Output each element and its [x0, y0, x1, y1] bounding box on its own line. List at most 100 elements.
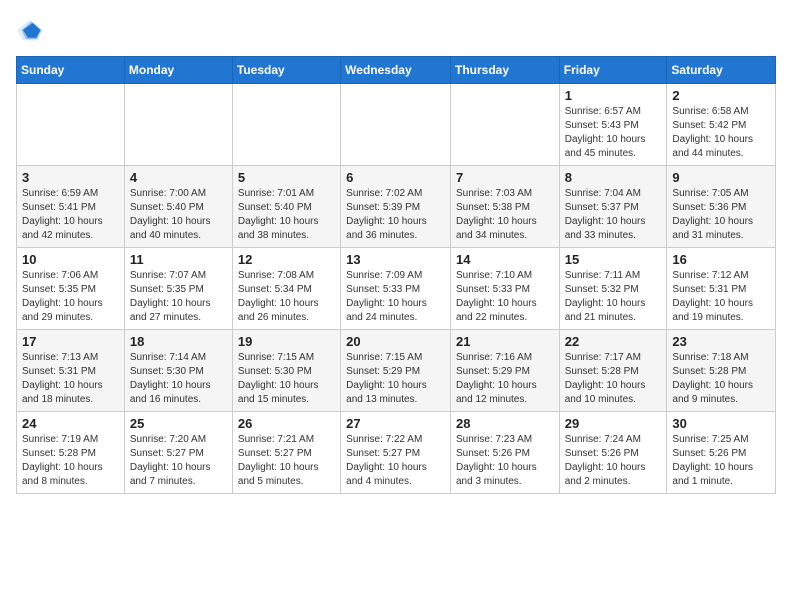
day-number: 12 — [238, 252, 335, 267]
day-number: 5 — [238, 170, 335, 185]
day-cell: 19 Sunrise: 7:15 AM Sunset: 5:30 PM Dayli… — [232, 330, 340, 412]
day-cell: 12 Sunrise: 7:08 AM Sunset: 5:34 PM Dayli… — [232, 248, 340, 330]
day-info: Sunrise: 7:10 AM Sunset: 5:33 PM Dayligh… — [456, 269, 554, 325]
day-number: 18 — [130, 334, 227, 349]
header-thursday: Thursday — [450, 57, 559, 84]
logo-icon — [16, 16, 44, 44]
day-info: Sunrise: 7:08 AM Sunset: 5:34 PM Dayligh… — [238, 269, 335, 325]
day-info: Sunrise: 7:05 AM Sunset: 5:36 PM Dayligh… — [672, 187, 770, 243]
day-cell: 7Sunrise: 7:03 AM Sunset: 5:38 PM Daylig… — [450, 166, 559, 248]
day-number: 2 — [672, 88, 770, 103]
day-info: Sunrise: 7:09 AM Sunset: 5:33 PM Dayligh… — [346, 269, 445, 325]
week-row-5: 24 Sunrise: 7:19 AM Sunset: 5:28 PM Dayli… — [17, 412, 776, 494]
day-number: 4 — [130, 170, 227, 185]
day-cell: 21Sunrise: 7:16 AM Sunset: 5:29 PM Dayli… — [450, 330, 559, 412]
day-info: Sunrise: 7:19 AM Sunset: 5:28 PM Dayligh… — [22, 433, 119, 489]
day-number: 9 — [672, 170, 770, 185]
page-header — [16, 16, 776, 44]
day-number: 25 — [130, 416, 227, 431]
day-cell: 20 Sunrise: 7:15 AM Sunset: 5:29 PM Dayli… — [341, 330, 451, 412]
day-cell: 4 Sunrise: 7:00 AM Sunset: 5:40 PM Daylig… — [124, 166, 232, 248]
day-number: 21 — [456, 334, 554, 349]
week-row-3: 10 Sunrise: 7:06 AM Sunset: 5:35 PM Dayli… — [17, 248, 776, 330]
day-cell: 9 Sunrise: 7:05 AM Sunset: 5:36 PM Daylig… — [667, 166, 776, 248]
day-cell: 1Sunrise: 6:57 AM Sunset: 5:43 PM Daylig… — [559, 84, 667, 166]
day-number: 26 — [238, 416, 335, 431]
day-cell — [124, 84, 232, 166]
day-number: 28 — [456, 416, 554, 431]
day-info: Sunrise: 6:59 AM Sunset: 5:41 PM Dayligh… — [22, 187, 119, 243]
day-number: 3 — [22, 170, 119, 185]
day-cell — [450, 84, 559, 166]
day-cell: 27 Sunrise: 7:22 AM Sunset: 5:27 PM Dayli… — [341, 412, 451, 494]
day-number: 29 — [565, 416, 662, 431]
day-cell — [232, 84, 340, 166]
day-info: Sunrise: 7:24 AM Sunset: 5:26 PM Dayligh… — [565, 433, 662, 489]
day-number: 13 — [346, 252, 445, 267]
day-number: 15 — [565, 252, 662, 267]
day-number: 20 — [346, 334, 445, 349]
calendar-table: SundayMondayTuesdayWednesdayThursdayFrid… — [16, 56, 776, 494]
day-cell: 16Sunrise: 7:12 AM Sunset: 5:31 PM Dayli… — [667, 248, 776, 330]
day-number: 23 — [672, 334, 770, 349]
day-cell: 6Sunrise: 7:02 AM Sunset: 5:39 PM Daylig… — [341, 166, 451, 248]
day-number: 10 — [22, 252, 119, 267]
week-row-2: 3 Sunrise: 6:59 AM Sunset: 5:41 PM Daylig… — [17, 166, 776, 248]
day-info: Sunrise: 6:57 AM Sunset: 5:43 PM Dayligh… — [565, 105, 662, 161]
day-number: 22 — [565, 334, 662, 349]
day-info: Sunrise: 7:06 AM Sunset: 5:35 PM Dayligh… — [22, 269, 119, 325]
week-row-4: 17 Sunrise: 7:13 AM Sunset: 5:31 PM Dayli… — [17, 330, 776, 412]
day-cell: 22 Sunrise: 7:17 AM Sunset: 5:28 PM Dayli… — [559, 330, 667, 412]
day-info: Sunrise: 7:03 AM Sunset: 5:38 PM Dayligh… — [456, 187, 554, 243]
day-number: 11 — [130, 252, 227, 267]
day-cell: 11 Sunrise: 7:07 AM Sunset: 5:35 PM Dayli… — [124, 248, 232, 330]
header-friday: Friday — [559, 57, 667, 84]
day-number: 27 — [346, 416, 445, 431]
day-number: 24 — [22, 416, 119, 431]
logo — [16, 16, 48, 44]
day-info: Sunrise: 7:15 AM Sunset: 5:29 PM Dayligh… — [346, 351, 445, 407]
day-info: Sunrise: 7:14 AM Sunset: 5:30 PM Dayligh… — [130, 351, 227, 407]
day-cell: 10 Sunrise: 7:06 AM Sunset: 5:35 PM Dayli… — [17, 248, 125, 330]
header-sunday: Sunday — [17, 57, 125, 84]
header-row: SundayMondayTuesdayWednesdayThursdayFrid… — [17, 57, 776, 84]
day-cell: 29 Sunrise: 7:24 AM Sunset: 5:26 PM Dayli… — [559, 412, 667, 494]
day-info: Sunrise: 7:18 AM Sunset: 5:28 PM Dayligh… — [672, 351, 770, 407]
day-info: Sunrise: 7:20 AM Sunset: 5:27 PM Dayligh… — [130, 433, 227, 489]
header-saturday: Saturday — [667, 57, 776, 84]
day-info: Sunrise: 7:02 AM Sunset: 5:39 PM Dayligh… — [346, 187, 445, 243]
day-number: 17 — [22, 334, 119, 349]
header-tuesday: Tuesday — [232, 57, 340, 84]
day-info: Sunrise: 7:15 AM Sunset: 5:30 PM Dayligh… — [238, 351, 335, 407]
day-cell: 24 Sunrise: 7:19 AM Sunset: 5:28 PM Dayli… — [17, 412, 125, 494]
day-info: Sunrise: 7:13 AM Sunset: 5:31 PM Dayligh… — [22, 351, 119, 407]
day-cell: 23 Sunrise: 7:18 AM Sunset: 5:28 PM Dayli… — [667, 330, 776, 412]
day-cell: 28 Sunrise: 7:23 AM Sunset: 5:26 PM Dayli… — [450, 412, 559, 494]
day-info: Sunrise: 7:04 AM Sunset: 5:37 PM Dayligh… — [565, 187, 662, 243]
day-number: 8 — [565, 170, 662, 185]
day-number: 14 — [456, 252, 554, 267]
day-cell: 14 Sunrise: 7:10 AM Sunset: 5:33 PM Dayli… — [450, 248, 559, 330]
day-info: Sunrise: 7:23 AM Sunset: 5:26 PM Dayligh… — [456, 433, 554, 489]
day-cell: 17 Sunrise: 7:13 AM Sunset: 5:31 PM Dayli… — [17, 330, 125, 412]
day-info: Sunrise: 7:00 AM Sunset: 5:40 PM Dayligh… — [130, 187, 227, 243]
day-cell: 30Sunrise: 7:25 AM Sunset: 5:26 PM Dayli… — [667, 412, 776, 494]
day-info: Sunrise: 7:21 AM Sunset: 5:27 PM Dayligh… — [238, 433, 335, 489]
day-number: 19 — [238, 334, 335, 349]
day-info: Sunrise: 7:22 AM Sunset: 5:27 PM Dayligh… — [346, 433, 445, 489]
day-cell: 13 Sunrise: 7:09 AM Sunset: 5:33 PM Dayli… — [341, 248, 451, 330]
day-cell: 8 Sunrise: 7:04 AM Sunset: 5:37 PM Daylig… — [559, 166, 667, 248]
day-number: 16 — [672, 252, 770, 267]
day-cell: 3 Sunrise: 6:59 AM Sunset: 5:41 PM Daylig… — [17, 166, 125, 248]
week-row-1: 1Sunrise: 6:57 AM Sunset: 5:43 PM Daylig… — [17, 84, 776, 166]
day-cell: 18 Sunrise: 7:14 AM Sunset: 5:30 PM Dayli… — [124, 330, 232, 412]
day-cell — [17, 84, 125, 166]
day-info: Sunrise: 7:01 AM Sunset: 5:40 PM Dayligh… — [238, 187, 335, 243]
day-cell: 5 Sunrise: 7:01 AM Sunset: 5:40 PM Daylig… — [232, 166, 340, 248]
day-info: Sunrise: 6:58 AM Sunset: 5:42 PM Dayligh… — [672, 105, 770, 161]
day-info: Sunrise: 7:07 AM Sunset: 5:35 PM Dayligh… — [130, 269, 227, 325]
day-info: Sunrise: 7:17 AM Sunset: 5:28 PM Dayligh… — [565, 351, 662, 407]
header-monday: Monday — [124, 57, 232, 84]
day-info: Sunrise: 7:11 AM Sunset: 5:32 PM Dayligh… — [565, 269, 662, 325]
header-wednesday: Wednesday — [341, 57, 451, 84]
